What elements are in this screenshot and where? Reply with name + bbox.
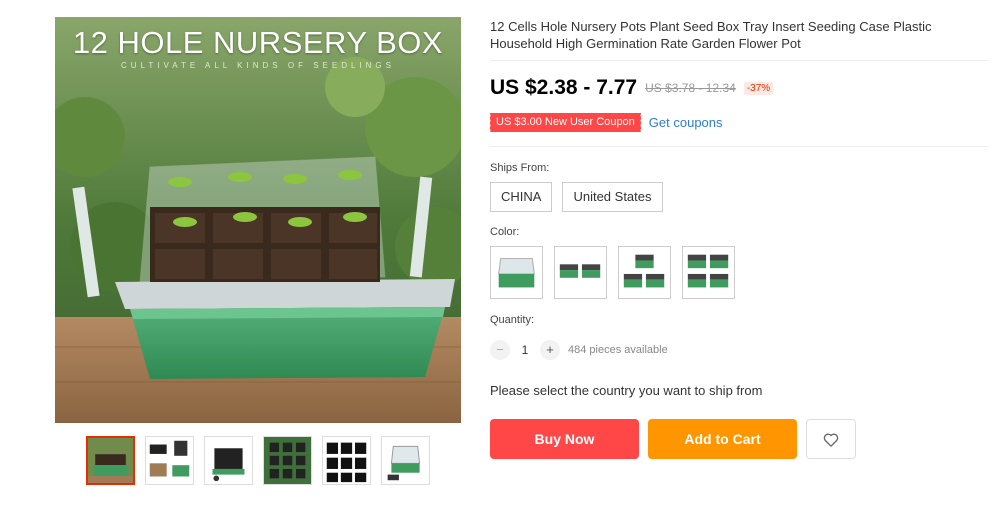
overlay-title: 12 HOLE NURSERY BOX bbox=[72, 25, 444, 60]
color-options bbox=[490, 246, 735, 299]
thumbnail-1[interactable] bbox=[86, 436, 135, 485]
ships-from-label: Ships From: bbox=[490, 162, 550, 174]
color-option-3[interactable] bbox=[618, 246, 671, 299]
shipping-note: Please select the country you want to sh… bbox=[490, 383, 763, 398]
color-option-2[interactable] bbox=[554, 246, 607, 299]
quantity-decrease-button[interactable]: − bbox=[490, 340, 510, 360]
thumbnail-strip bbox=[86, 436, 430, 485]
divider bbox=[490, 146, 988, 147]
get-coupons-link[interactable]: Get coupons bbox=[649, 115, 723, 130]
quantity-stepper: − 1 + 484 pieces available bbox=[490, 340, 668, 360]
thumbnail-5[interactable] bbox=[322, 436, 371, 485]
main-product-image[interactable]: 12 HOLE NURSERY BOX CULTIVATE ALL KINDS … bbox=[55, 17, 461, 423]
price-row: US $2.38 - 7.77 US $3.78 - 12.34 -37% bbox=[490, 76, 774, 100]
color-option-4[interactable] bbox=[682, 246, 735, 299]
quantity-increase-button[interactable]: + bbox=[540, 340, 560, 360]
ship-option-united-states[interactable]: United States bbox=[562, 182, 663, 212]
thumbnail-6[interactable] bbox=[381, 436, 430, 485]
current-price: US $2.38 - 7.77 bbox=[490, 76, 638, 99]
nursery-box-photo bbox=[55, 17, 461, 423]
quantity-value[interactable]: 1 bbox=[510, 343, 540, 357]
pieces-available: 484 pieces available bbox=[568, 344, 668, 356]
overlay-subtitle: CULTIVATE ALL KINDS OF SEEDLINGS bbox=[121, 61, 395, 70]
color-label: Color: bbox=[490, 226, 520, 238]
color-option-1[interactable] bbox=[490, 246, 543, 299]
ships-from-options: CHINA United States bbox=[490, 182, 663, 212]
thumbnail-4[interactable] bbox=[263, 436, 312, 485]
original-price: US $3.78 - 12.34 bbox=[645, 81, 736, 95]
thumbnail-2[interactable] bbox=[145, 436, 194, 485]
divider bbox=[490, 60, 988, 61]
discount-badge: -37% bbox=[743, 81, 774, 95]
wishlist-button[interactable] bbox=[806, 419, 856, 459]
coupon-row: US $3.00 New User Coupon Get coupons bbox=[489, 113, 723, 132]
product-title: 12 Cells Hole Nursery Pots Plant Seed Bo… bbox=[490, 19, 932, 51]
ship-option-china[interactable]: CHINA bbox=[490, 182, 553, 212]
thumbnail-3[interactable] bbox=[204, 436, 253, 485]
quantity-label: Quantity: bbox=[490, 314, 535, 326]
add-to-cart-button[interactable]: Add to Cart bbox=[648, 419, 797, 459]
buy-now-button[interactable]: Buy Now bbox=[490, 419, 639, 459]
heart-icon bbox=[823, 433, 839, 447]
new-user-coupon[interactable]: US $3.00 New User Coupon bbox=[489, 113, 641, 132]
